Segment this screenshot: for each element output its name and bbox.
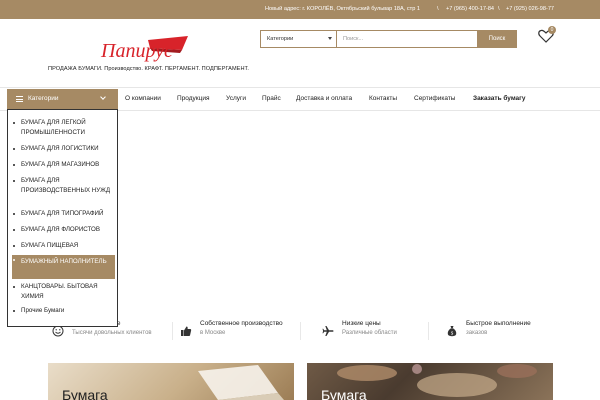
banner-title: Бумага xyxy=(321,387,367,400)
bullet-icon xyxy=(13,259,15,261)
categories-toggle-button[interactable]: Категории xyxy=(7,89,118,109)
feature-item: Собственное производство в Москве xyxy=(200,320,283,336)
nav-item-certificates[interactable]: Сертификаты xyxy=(414,95,455,102)
airplane-icon xyxy=(322,324,334,336)
menu-item-label: БУМАГА ДЛЯ ФЛОРИСТОВ xyxy=(21,226,100,233)
money-bag-icon: $ xyxy=(446,324,458,337)
site-logo[interactable]: Папирус xyxy=(100,30,192,66)
feature-subtitle: Тысячи довольных клиентов xyxy=(72,330,152,336)
nav-item-products[interactable]: Продукция xyxy=(177,95,210,102)
wishlist-count-badge: 0 xyxy=(548,26,556,34)
feature-title: Низкие цены xyxy=(342,320,381,327)
nav-item-delivery[interactable]: Доставка и оплата xyxy=(296,95,352,102)
phone-link-1[interactable]: +7 (965) 400-17-84 xyxy=(446,6,494,12)
separator: \ xyxy=(498,6,500,12)
divider xyxy=(172,322,173,340)
chevron-down-icon xyxy=(100,94,106,100)
bullet-icon xyxy=(13,245,15,247)
divider xyxy=(428,322,429,340)
tagline: ПРОДАЖА БУМАГИ. Производство. КРАФТ. ПЕР… xyxy=(48,66,249,72)
nav-item-order-paper[interactable]: Заказать бумагу xyxy=(473,95,526,102)
menu-item-label: БУМАГА ДЛЯ ПРОИЗВОДСТВЕННЫХ НУЖД xyxy=(21,177,111,194)
feature-title: Быстрое выполнение xyxy=(466,320,531,327)
feature-item: Быстрое выполнение заказов xyxy=(466,320,531,336)
menu-item-logistics[interactable]: БУМАГА ДЛЯ ЛОГИСТИКИ xyxy=(12,144,115,154)
menu-item-label: БУМАГА ПИЩЕВАЯ xyxy=(21,242,79,249)
hamburger-icon xyxy=(16,96,23,102)
feature-item: Низкие цены Различные области xyxy=(342,320,397,336)
menu-item-stationery[interactable]: КАНЦТОВАРЫ. БЫТОВАЯ ХИМИЯ xyxy=(12,282,115,302)
bullet-icon xyxy=(13,122,15,124)
menu-item-label: КАНЦТОВАРЫ. БЫТОВАЯ ХИМИЯ xyxy=(21,283,98,300)
feature-subtitle: заказов xyxy=(466,330,488,336)
nav-item-services[interactable]: Услуги xyxy=(226,95,246,102)
nav-item-price[interactable]: Прайс xyxy=(262,95,281,102)
menu-item-label: БУМАГА ДЛЯ ТИПОГРАФИЙ xyxy=(21,210,104,217)
bullet-icon xyxy=(13,229,15,231)
phone-link-2[interactable]: +7 (925) 026-98-77 xyxy=(506,6,554,12)
categories-label: Категории xyxy=(28,95,59,102)
bullet-icon xyxy=(13,180,15,182)
feature-subtitle: Различные области xyxy=(342,330,397,336)
menu-item-florists[interactable]: БУМАГА ДЛЯ ФЛОРИСТОВ xyxy=(12,225,115,235)
bullet-icon xyxy=(13,148,15,150)
bullet-icon xyxy=(13,164,15,166)
bullet-icon xyxy=(13,286,15,288)
bullet-icon xyxy=(13,310,15,312)
menu-item-other-paper[interactable]: Прочие Бумаги xyxy=(12,306,115,316)
menu-item-filler[interactable]: БУМАЖНЫЙ НАПОЛНИТЕЛЬ xyxy=(12,255,115,279)
svg-text:$: $ xyxy=(451,331,454,337)
search-input[interactable] xyxy=(339,32,449,46)
menu-item-food[interactable]: БУМАГА ПИЩЕВАЯ xyxy=(12,241,115,251)
menu-item-printing[interactable]: БУМАГА ДЛЯ ТИПОГРАФИЙ xyxy=(12,209,115,219)
logo-text: Папирус xyxy=(100,40,173,62)
category-dropdown-menu: БУМАГА ДЛЯ ЛЕГКОЙ ПРОМЫШЛЕННОСТИ БУМАГА … xyxy=(7,109,118,327)
separator: \ xyxy=(437,6,439,12)
chevron-down-icon xyxy=(328,37,332,40)
banner-card[interactable]: Бумага xyxy=(307,363,553,400)
menu-item-label: Прочие Бумаги xyxy=(21,307,65,314)
banner-title: Бумага xyxy=(62,387,108,400)
feature-title: Собственное производство xyxy=(200,320,283,327)
menu-item-label: БУМАЖНЫЙ НАПОЛНИТЕЛЬ xyxy=(21,258,107,265)
wishlist-button[interactable]: 0 xyxy=(537,26,556,45)
menu-item-label: БУМАГА ДЛЯ ЛЕГКОЙ ПРОМЫШЛЕННОСТИ xyxy=(21,119,86,136)
category-select[interactable]: Категории xyxy=(261,31,337,47)
menu-item-label: БУМАГА ДЛЯ ЛОГИСТИКИ xyxy=(21,145,99,152)
search-button[interactable]: Поиск xyxy=(477,30,517,48)
address-text: Новый адрес: г. КОРОЛЁВ, Октябрьский бул… xyxy=(265,6,421,12)
top-info-bar: Новый адрес: г. КОРОЛЁВ, Октябрьский бул… xyxy=(0,0,600,19)
banner-card[interactable]: Бумага xyxy=(48,363,294,400)
menu-item-production-needs[interactable]: БУМАГА ДЛЯ ПРОИЗВОДСТВЕННЫХ НУЖД xyxy=(12,176,115,196)
menu-item-shops[interactable]: БУМАГА ДЛЯ МАГАЗИНОВ xyxy=(12,160,115,170)
search-bar: Категории Поиск xyxy=(260,30,517,48)
nav-item-about[interactable]: О компании xyxy=(125,95,161,102)
thumbs-up-icon xyxy=(180,324,192,336)
menu-item-light-industry[interactable]: БУМАГА ДЛЯ ЛЕГКОЙ ПРОМЫШЛЕННОСТИ xyxy=(12,118,115,138)
menu-item-label: БУМАГА ДЛЯ МАГАЗИНОВ xyxy=(21,161,100,168)
divider xyxy=(300,322,301,340)
feature-subtitle: в Москве xyxy=(200,330,226,336)
category-select-label: Категории xyxy=(267,36,294,42)
bullet-icon xyxy=(13,213,15,215)
nav-item-contacts[interactable]: Контакты xyxy=(369,95,397,102)
divider xyxy=(0,87,600,88)
